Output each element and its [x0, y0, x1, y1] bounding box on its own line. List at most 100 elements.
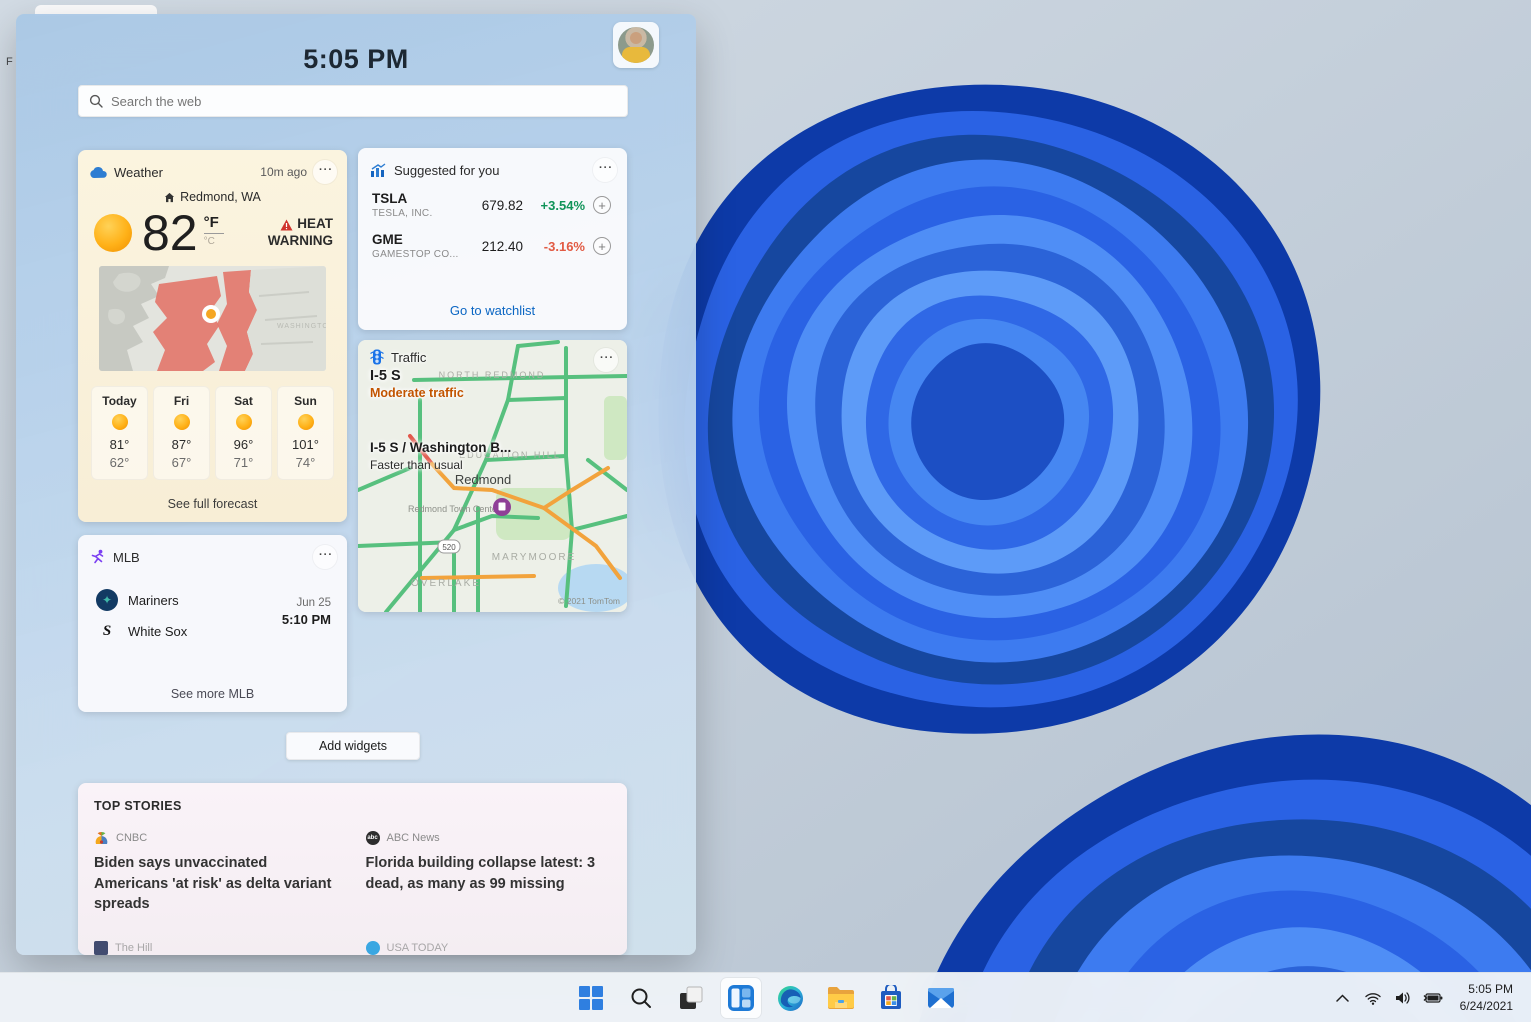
- weather-alert-map[interactable]: WASHINGTON: [99, 266, 326, 371]
- screen-artifact: F: [6, 56, 13, 68]
- news-story-4[interactable]: USA TODAY: [366, 941, 612, 955]
- traffic-menu-button[interactable]: [594, 348, 618, 372]
- sun-icon: [112, 414, 128, 430]
- mlb-widget[interactable]: MLB ✦ Mariners S White Sox Jun 25 5:10 P…: [78, 535, 347, 712]
- stock-change: -3.16%: [523, 239, 585, 254]
- stock-company: TESLA, INC.: [372, 208, 468, 219]
- widgets-button[interactable]: [721, 978, 761, 1018]
- chevron-up-icon: [1336, 994, 1349, 1002]
- unit-fahrenheit[interactable]: °F: [204, 214, 219, 231]
- stocks-menu-button[interactable]: [593, 158, 617, 182]
- cnbc-logo: [94, 831, 109, 845]
- stocks-widget[interactable]: Suggested for you TSLA TESLA, INC. 679.8…: [358, 148, 627, 330]
- see-full-forecast-link[interactable]: See full forecast: [78, 497, 347, 511]
- weather-widget[interactable]: Weather 10m ago Redmond, WA 82 °F °C: [78, 150, 347, 522]
- top-stories-heading: TOP STORIES: [78, 783, 627, 813]
- unit-toggle[interactable]: °F °C: [204, 214, 224, 247]
- tray-clock[interactable]: 5:05 PM 6/24/2021: [1450, 977, 1521, 1020]
- microsoft-store-icon: [878, 985, 904, 1011]
- forecast-high: 96°: [216, 437, 271, 452]
- avatar: [618, 27, 654, 63]
- start-button[interactable]: [571, 978, 611, 1018]
- news-headline: Biden says unvaccinated Americans 'at ri…: [94, 853, 340, 915]
- stock-change: +3.54%: [523, 198, 585, 213]
- stocks-chart-icon: [370, 163, 387, 177]
- news-story-1[interactable]: CNBC Biden says unvaccinated Americans '…: [94, 831, 340, 915]
- tray-time: 5:05 PM: [1460, 981, 1513, 998]
- search-input[interactable]: [111, 94, 617, 109]
- file-explorer-icon: [827, 986, 855, 1010]
- heat-warning-line2: WARNING: [268, 233, 333, 250]
- news-story-2[interactable]: abc ABC News Florida building collapse l…: [366, 831, 612, 915]
- stock-row-gme[interactable]: GME GAMESTOP CO... 212.40 -3.16% +: [358, 223, 627, 264]
- mlb-game-row[interactable]: ✦ Mariners S White Sox Jun 25 5:10 PM: [78, 569, 347, 642]
- widgets-icon: [727, 984, 755, 1012]
- user-avatar-button[interactable]: [613, 22, 659, 68]
- edge-button[interactable]: [771, 978, 811, 1018]
- panel-clock: 5:05 PM: [16, 44, 696, 75]
- tray-volume[interactable]: [1390, 985, 1416, 1011]
- traffic-route: I-5 S: [370, 368, 617, 384]
- unit-divider: [204, 233, 224, 234]
- forecast-low: 71°: [216, 455, 271, 470]
- white-sox-logo: S: [96, 620, 118, 642]
- windows-logo-icon: [578, 985, 604, 1011]
- microsoft-store-button[interactable]: [871, 978, 911, 1018]
- mlb-menu-button[interactable]: [313, 545, 337, 569]
- mariners-logo: ✦: [96, 589, 118, 611]
- forecast-high: 87°: [154, 437, 209, 452]
- see-more-mlb-link[interactable]: See more MLB: [78, 687, 347, 701]
- weather-temperature: 82: [142, 208, 198, 258]
- traffic-widget[interactable]: NORTH REDMOND EDUCATION HILL Redmond Red…: [358, 340, 627, 612]
- tray-battery[interactable]: [1420, 985, 1446, 1011]
- web-search-bar[interactable]: [78, 85, 628, 117]
- news-story-3[interactable]: The Hill: [94, 941, 340, 955]
- tray-chevron-up[interactable]: [1330, 985, 1356, 1011]
- mail-button[interactable]: [921, 978, 961, 1018]
- stocks-title: Suggested for you: [394, 163, 500, 178]
- add-to-watchlist-button[interactable]: +: [593, 237, 611, 255]
- forecast-low: 62°: [92, 455, 147, 470]
- forecast-day-0[interactable]: Today 81° 62°: [91, 386, 148, 480]
- stock-price: 679.82: [468, 198, 523, 213]
- task-view-icon: [678, 985, 704, 1011]
- stock-company: GAMESTOP CO...: [372, 249, 468, 260]
- search-icon: [89, 94, 103, 108]
- heat-warning: HEAT WARNING: [268, 216, 333, 250]
- wifi-icon: [1365, 992, 1381, 1005]
- tray-date: 6/24/2021: [1460, 998, 1513, 1015]
- forecast-day-label: Today: [92, 394, 147, 408]
- weather-location-row: Redmond, WA: [78, 190, 347, 204]
- go-to-watchlist-link[interactable]: Go to watchlist: [358, 303, 627, 318]
- task-view-button[interactable]: [671, 978, 711, 1018]
- speaker-icon: [1395, 991, 1411, 1005]
- taskbar: 5:05 PM 6/24/2021: [0, 972, 1531, 1022]
- news-source-label: USA TODAY: [387, 942, 449, 954]
- tray-wifi[interactable]: [1360, 985, 1386, 1011]
- usa-today-logo: [366, 941, 380, 955]
- weather-menu-button[interactable]: [313, 160, 337, 184]
- add-to-watchlist-button[interactable]: +: [593, 196, 611, 214]
- stock-row-tsla[interactable]: TSLA TESLA, INC. 679.82 +3.54% +: [358, 182, 627, 223]
- search-button[interactable]: [621, 978, 661, 1018]
- stock-symbol: GME: [372, 232, 468, 247]
- abc-news-logo: abc: [366, 831, 380, 845]
- forecast-day-2[interactable]: Sat 96° 71°: [215, 386, 272, 480]
- widgets-panel: 5:05 PM Weather 10m ago Redmond, WA: [16, 14, 696, 955]
- forecast-day-label: Sat: [216, 394, 271, 408]
- traffic-route-2: I-5 S / Washington B...: [370, 440, 617, 455]
- forecast-high: 81°: [92, 437, 147, 452]
- traffic-light-icon: [370, 349, 384, 365]
- sun-icon: [94, 214, 132, 252]
- file-explorer-button[interactable]: [821, 978, 861, 1018]
- add-widgets-button[interactable]: Add widgets: [286, 732, 420, 760]
- traffic-overlay: Traffic I-5 S Moderate traffic I-5 S / W…: [358, 340, 627, 612]
- mlb-runner-icon: [90, 549, 106, 565]
- search-icon: [629, 986, 653, 1010]
- forecast-day-1[interactable]: Fri 87° 67°: [153, 386, 210, 480]
- unit-celsius[interactable]: °C: [204, 236, 215, 247]
- forecast-day-3[interactable]: Sun 101° 74°: [277, 386, 334, 480]
- mail-icon: [927, 987, 955, 1009]
- news-headline: Florida building collapse latest: 3 dead…: [366, 853, 612, 894]
- cloud-icon: [90, 166, 107, 179]
